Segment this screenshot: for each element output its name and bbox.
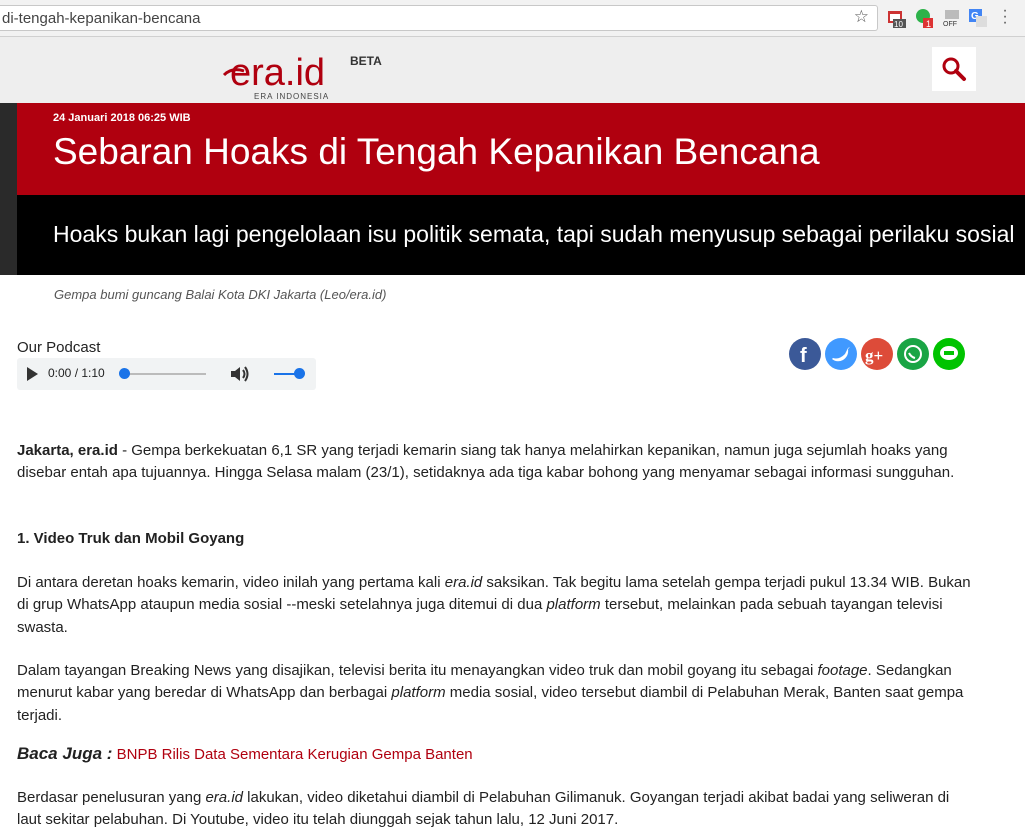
emphasis-text: era.id bbox=[444, 574, 483, 591]
twitter-share-button[interactable] bbox=[825, 338, 857, 370]
paragraph-text: Dalam tayangan Breaking News yang disaji… bbox=[17, 662, 818, 679]
extension-badge-count: 10 bbox=[894, 20, 903, 28]
read-also-link[interactable]: BNPB Rilis Data Sementara Kerugian Gempa… bbox=[117, 746, 473, 763]
article-paragraph: Dalam tayangan Breaking News yang disaji… bbox=[17, 660, 977, 727]
whatsapp-share-button[interactable] bbox=[897, 338, 929, 370]
logo-text: era.id bbox=[230, 52, 325, 94]
whatsapp-icon bbox=[904, 345, 922, 363]
calendar-extension-icon[interactable]: 10 bbox=[886, 8, 906, 28]
emphasis-text: platform bbox=[391, 684, 446, 702]
paragraph-text: Di antara deretan hoaks kemarin, video i… bbox=[17, 574, 445, 591]
url-text[interactable]: di-tengah-kepanikan-bencana bbox=[2, 10, 200, 27]
audio-player: 0:00 / 1:10 bbox=[17, 358, 316, 390]
volume-slider-handle[interactable] bbox=[294, 368, 305, 379]
google-plus-icon: g+ bbox=[865, 346, 883, 365]
paragraph-text: - Gempa berkekuatan 6,1 SR yang terjadi … bbox=[17, 442, 955, 482]
section-heading: 1. Video Truk dan Mobil Goyang bbox=[17, 530, 245, 547]
google-plus-share-button[interactable]: g+ bbox=[861, 338, 893, 370]
toggle-extension-icon[interactable]: OFF bbox=[942, 8, 962, 28]
article-title: Sebaran Hoaks di Tengah Kepanikan Bencan… bbox=[53, 131, 820, 172]
facebook-icon: f bbox=[800, 345, 807, 367]
emphasis-text: platform bbox=[546, 596, 601, 614]
site-header: era.id BETA ERA INDONESIA bbox=[0, 37, 1025, 103]
emphasis-text: era.id bbox=[205, 789, 243, 806]
svg-text:g+: g+ bbox=[865, 346, 883, 365]
audio-time: 0:00 / 1:10 bbox=[48, 366, 105, 380]
article-hero: 24 Januari 2018 06:25 WIB Sebaran Hoaks … bbox=[0, 103, 1025, 275]
play-icon[interactable] bbox=[27, 367, 38, 381]
address-bar[interactable]: di-tengah-kepanikan-bencana ☆ bbox=[0, 5, 878, 31]
read-also-label: Baca Juga : bbox=[17, 744, 113, 763]
menu-icon[interactable]: · · · bbox=[1000, 3, 1010, 31]
line-share-button[interactable] bbox=[933, 338, 965, 370]
search-icon bbox=[942, 57, 966, 81]
article-paragraph: Jakarta, era.id - Gempa berkekuatan 6,1 … bbox=[17, 440, 977, 485]
logo-beta-badge: BETA bbox=[350, 54, 382, 68]
star-icon[interactable]: ☆ bbox=[854, 7, 869, 27]
evernote-extension-icon[interactable]: 1 bbox=[914, 8, 934, 28]
logo-subtitle: ERA INDONESIA bbox=[254, 92, 329, 101]
search-button[interactable] bbox=[932, 47, 976, 91]
audio-progress-track[interactable] bbox=[124, 373, 206, 375]
facebook-share-button[interactable]: f bbox=[789, 338, 821, 370]
extension-badge-count: 1 bbox=[926, 19, 931, 28]
podcast-label: Our Podcast bbox=[17, 339, 101, 356]
paragraph-text: Berdasar penelusuran yang bbox=[17, 789, 206, 806]
hero-subtitle-block: Hoaks bukan lagi pengelolaan isu politik… bbox=[17, 195, 1025, 275]
hero-title-block: 24 Januari 2018 06:25 WIB Sebaran Hoaks … bbox=[17, 103, 1025, 195]
translate-extension-icon[interactable]: G bbox=[968, 8, 988, 28]
image-caption: Gempa bumi guncang Balai Kota DKI Jakart… bbox=[54, 287, 387, 302]
era-id-logo[interactable]: era.id BETA ERA INDONESIA bbox=[222, 45, 412, 101]
twitter-icon bbox=[832, 347, 850, 362]
article-subtitle: Hoaks bukan lagi pengelolaan isu politik… bbox=[53, 221, 1015, 247]
read-also: Baca Juga : BNPB Rilis Data Sementara Ke… bbox=[17, 743, 473, 766]
extension-badge-text: OFF bbox=[943, 21, 957, 28]
publish-date: 24 Januari 2018 06:25 WIB bbox=[53, 112, 191, 124]
svg-text:f: f bbox=[800, 345, 807, 367]
article-paragraph: Berdasar penelusuran yang era.id lakukan… bbox=[17, 787, 977, 832]
audio-progress-handle[interactable] bbox=[119, 368, 130, 379]
dateline: Jakarta, era.id bbox=[17, 442, 118, 459]
emphasis-text: footage bbox=[817, 662, 868, 679]
browser-toolbar: di-tengah-kepanikan-bencana ☆ 10 1 OFF G… bbox=[0, 0, 1025, 37]
line-icon bbox=[940, 346, 958, 360]
article-paragraph: Di antara deretan hoaks kemarin, video i… bbox=[17, 572, 977, 639]
volume-icon[interactable] bbox=[229, 364, 251, 384]
